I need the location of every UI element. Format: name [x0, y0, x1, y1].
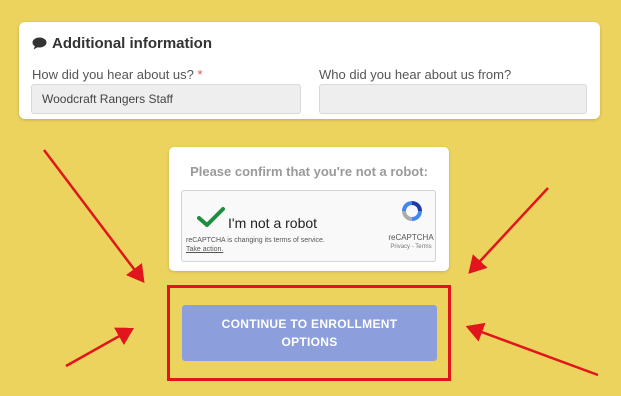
- section-title: Additional information: [52, 35, 212, 52]
- who-input[interactable]: [319, 84, 587, 114]
- continue-to-enrollment-button[interactable]: CONTINUE TO ENROLLMENT OPTIONS: [182, 305, 437, 361]
- hear-about-label: How did you hear about us? *: [32, 67, 203, 82]
- arrow-lower-right: [465, 322, 599, 377]
- required-marker: *: [197, 67, 203, 82]
- arrow-lower-left: [65, 327, 135, 368]
- privacy-terms-links[interactable]: Privacy - Terms: [385, 244, 437, 250]
- section-header: Additional information: [32, 35, 212, 52]
- recaptcha-notice: reCAPTCHA is changing its terms of servi…: [186, 237, 325, 254]
- arrow-upper-left: [43, 149, 145, 283]
- checkmark-icon[interactable]: [197, 206, 225, 233]
- additional-information-card: Additional information How did you hear …: [19, 22, 600, 119]
- who-label: Who did you hear about us from?: [319, 67, 512, 82]
- arrow-upper-right: [468, 187, 549, 274]
- not-robot-label[interactable]: I'm not a robot: [228, 215, 317, 231]
- hear-about-input[interactable]: [31, 84, 301, 114]
- recaptcha-brand: reCAPTCHA: [388, 233, 434, 242]
- chat-bubble-icon: [32, 37, 47, 50]
- captcha-heading: Please confirm that you're not a robot:: [190, 164, 428, 179]
- recaptcha-widget: I'm not a robot reCAPTCHA is changing it…: [181, 190, 436, 262]
- captcha-panel: Please confirm that you're not a robot: …: [169, 147, 449, 271]
- recaptcha-logo-icon: [400, 199, 424, 228]
- take-action-link[interactable]: Take action.: [186, 245, 325, 254]
